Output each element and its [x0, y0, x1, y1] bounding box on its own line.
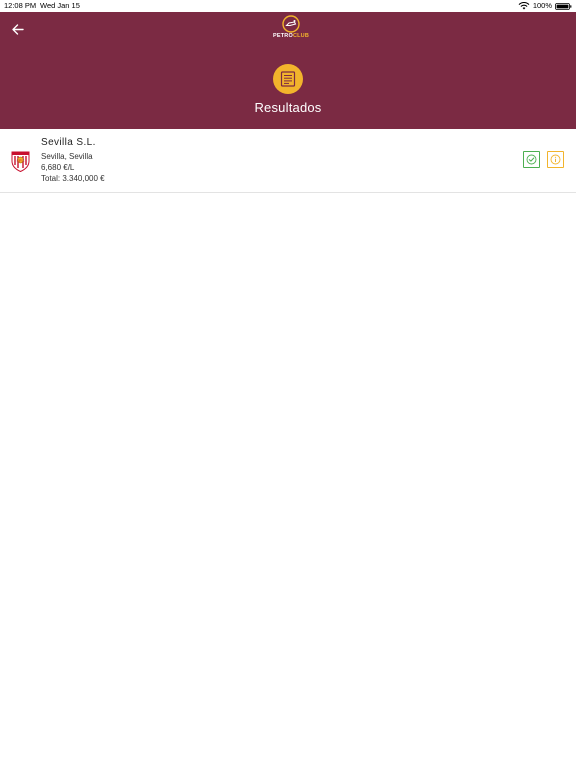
- app-header: PETROCLUB Resultados: [0, 12, 576, 129]
- logo-text-accent: CLUB: [292, 33, 310, 39]
- status-date: Wed Jan 15: [40, 1, 80, 10]
- logo-text: PETROCLUB: [271, 33, 311, 39]
- arrow-left-icon: [12, 23, 24, 35]
- result-total: Total: 3.340,000 €: [41, 174, 105, 183]
- petroclub-logo: PETROCLUB: [271, 15, 311, 43]
- logo-text-primary: PETRO: [272, 33, 293, 39]
- status-time: 12:08 PM: [4, 1, 37, 10]
- result-price: 6,680 €/L: [41, 163, 75, 172]
- list-document-icon: [273, 64, 303, 94]
- result-item[interactable]: SFC Sevilla S.L. Sevilla, Sevilla 6,680 …: [0, 129, 576, 193]
- info-circle-icon: [550, 154, 561, 165]
- battery-percent: 100%: [532, 1, 552, 10]
- petroclub-logo-icon: [282, 15, 300, 33]
- info-button[interactable]: [547, 151, 564, 168]
- status-bar: 12:08 PM Wed Jan 15 100%: [0, 0, 576, 12]
- back-button[interactable]: [8, 20, 28, 38]
- result-location: Sevilla, Sevilla: [41, 152, 93, 161]
- battery-icon: [555, 2, 572, 10]
- check-circle-icon: [526, 154, 537, 165]
- page-title: Resultados: [254, 100, 322, 115]
- result-name: Sevilla S.L.: [41, 137, 96, 148]
- svg-text:SFC: SFC: [17, 158, 25, 163]
- status-indicators: 100%: [518, 0, 572, 12]
- wifi-icon: [518, 2, 530, 10]
- results-list: SFC Sevilla S.L. Sevilla, Sevilla 6,680 …: [0, 129, 576, 193]
- confirm-button[interactable]: [523, 151, 540, 168]
- sevilla-fc-crest-icon: SFC: [11, 151, 30, 172]
